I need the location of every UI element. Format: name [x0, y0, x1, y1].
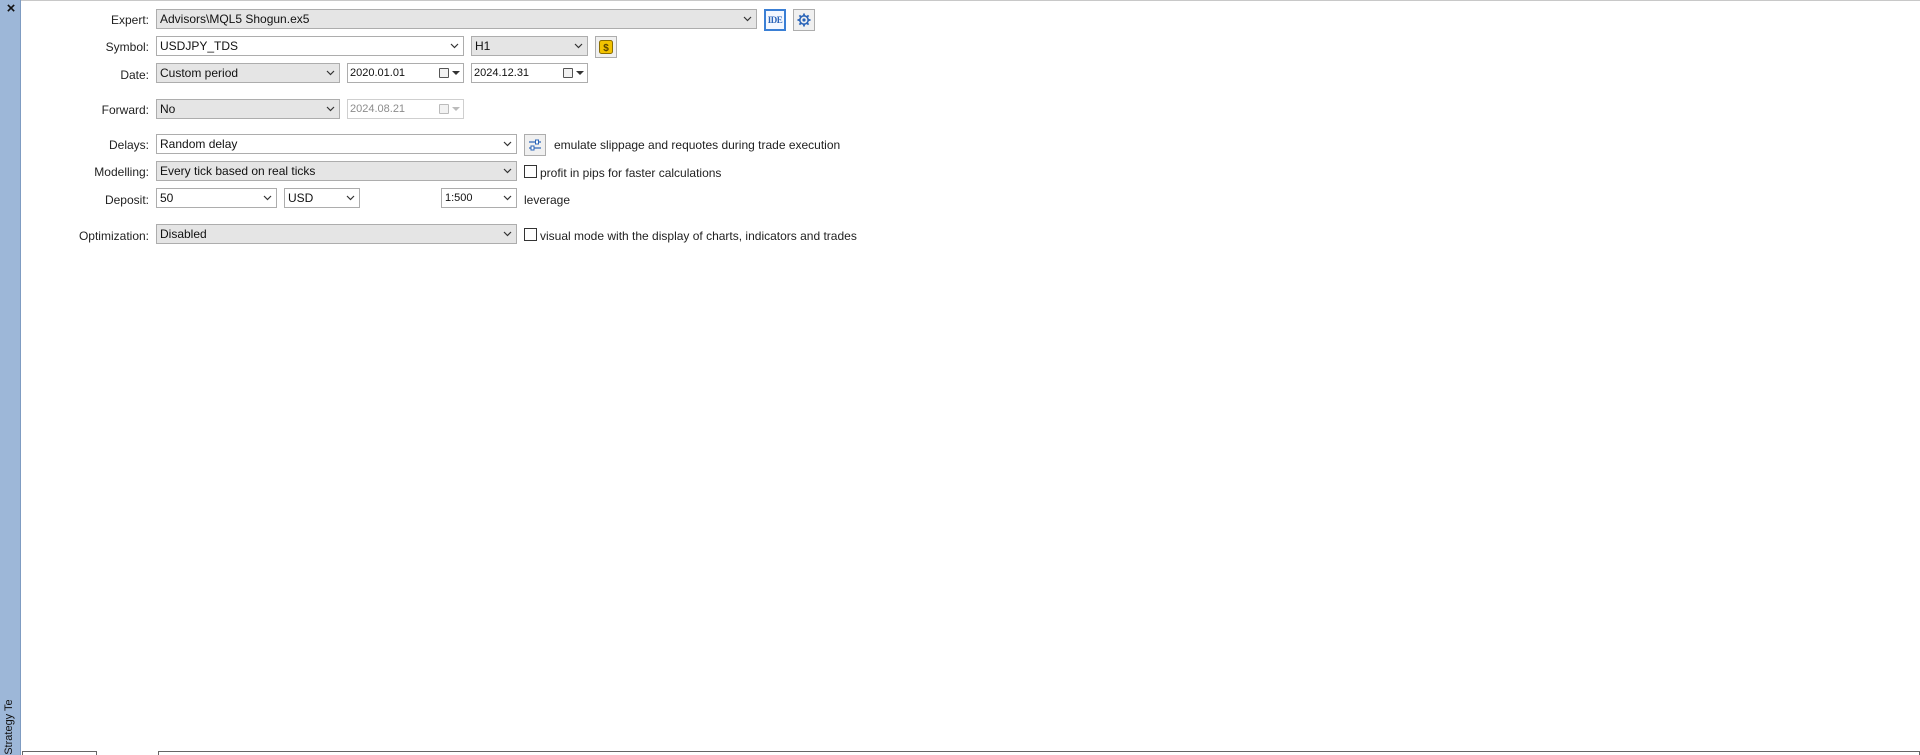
- date-label: Date:: [120, 68, 149, 82]
- top-divider: [21, 0, 1920, 1]
- chevron-down-icon: [263, 193, 272, 202]
- calendar-icon[interactable]: [563, 68, 573, 78]
- visual-mode-label[interactable]: visual mode with the display of charts, …: [540, 229, 857, 243]
- dropdown-arrow-icon[interactable]: [576, 71, 584, 75]
- date-from-picker[interactable]: 2020.01.01: [347, 63, 464, 83]
- optimization-select[interactable]: Disabled: [156, 224, 517, 244]
- date-to-value: 2024.12.31: [474, 67, 530, 79]
- forward-date-picker: 2024.08.21: [347, 99, 464, 119]
- modelling-value: Every tick based on real ticks: [160, 164, 316, 178]
- gear-icon: [797, 13, 811, 27]
- chevron-down-icon: [503, 193, 512, 202]
- date-period-value: Custom period: [160, 66, 239, 80]
- chevron-down-icon: [503, 139, 512, 148]
- deposit-label: Deposit:: [104, 193, 149, 207]
- optimization-label: Optimization:: [78, 229, 149, 243]
- panel-title-text: Strategy Tester: [3, 700, 15, 755]
- forward-date-value: 2024.08.21: [350, 103, 406, 115]
- delay-settings-button[interactable]: [524, 134, 546, 156]
- expert-value: Advisors\MQL5 Shogun.ex5: [160, 12, 310, 26]
- symbol-select[interactable]: USDJPY_TDS: [156, 36, 464, 56]
- ide-icon: IDE: [767, 15, 783, 25]
- symbol-properties-button[interactable]: $: [595, 36, 617, 58]
- dropdown-arrow-icon: [452, 107, 460, 111]
- currency-select[interactable]: USD: [284, 188, 360, 208]
- panel-title: Strategy Tester: [2, 700, 20, 755]
- forward-value: No: [160, 102, 176, 116]
- timeframe-select[interactable]: H1: [471, 36, 588, 56]
- chevron-down-icon: [743, 14, 752, 23]
- delays-description: emulate slippage and requotes during tra…: [554, 138, 841, 152]
- expert-label: Expert:: [110, 13, 149, 27]
- profit-in-pips-checkbox[interactable]: [524, 165, 537, 178]
- expert-settings-button[interactable]: [793, 9, 815, 31]
- optimization-value: Disabled: [160, 227, 207, 241]
- delays-label: Delays:: [108, 138, 149, 152]
- date-from-value: 2020.01.01: [350, 67, 406, 79]
- calendar-icon[interactable]: [439, 68, 449, 78]
- visual-mode-checkbox[interactable]: [524, 228, 537, 241]
- modelling-select[interactable]: Every tick based on real ticks: [156, 161, 517, 181]
- timeframe-value: H1: [475, 39, 491, 53]
- forward-label: Forward:: [101, 103, 149, 117]
- chevron-down-icon: [326, 68, 335, 77]
- ide-button[interactable]: IDE: [764, 9, 786, 31]
- bottom-tab-bar: [158, 751, 1920, 755]
- svg-text:$: $: [603, 43, 609, 54]
- bottom-tab[interactable]: [22, 751, 97, 755]
- symbol-label: Symbol:: [105, 40, 149, 54]
- chevron-down-icon: [346, 193, 355, 202]
- chevron-down-icon: [503, 229, 512, 238]
- leverage-select[interactable]: 1:500: [441, 188, 517, 208]
- chevron-down-icon: [503, 166, 512, 175]
- side-panel: × Strategy Tester: [0, 0, 21, 755]
- sliders-icon: [529, 139, 541, 151]
- leverage-label: leverage: [524, 193, 571, 207]
- deposit-amount-value: 50: [160, 191, 174, 205]
- calendar-icon: [439, 104, 449, 114]
- deposit-amount-select[interactable]: 50: [156, 188, 277, 208]
- chevron-down-icon: [574, 41, 583, 50]
- forward-select[interactable]: No: [156, 99, 340, 119]
- symbol-value: USDJPY_TDS: [160, 39, 239, 53]
- delays-select[interactable]: Random delay: [156, 134, 517, 154]
- dropdown-arrow-icon[interactable]: [452, 71, 460, 75]
- close-icon[interactable]: ×: [3, 1, 19, 17]
- expert-select[interactable]: Advisors\MQL5 Shogun.ex5: [156, 9, 757, 29]
- delays-value: Random delay: [160, 137, 238, 151]
- modelling-label: Modelling:: [94, 165, 149, 179]
- date-to-picker[interactable]: 2024.12.31: [471, 63, 588, 83]
- date-period-select[interactable]: Custom period: [156, 63, 340, 83]
- chevron-down-icon: [450, 41, 459, 50]
- dollar-icon: $: [599, 40, 613, 54]
- chevron-down-icon: [326, 104, 335, 113]
- profit-in-pips-label[interactable]: profit in pips for faster calculations: [540, 166, 721, 180]
